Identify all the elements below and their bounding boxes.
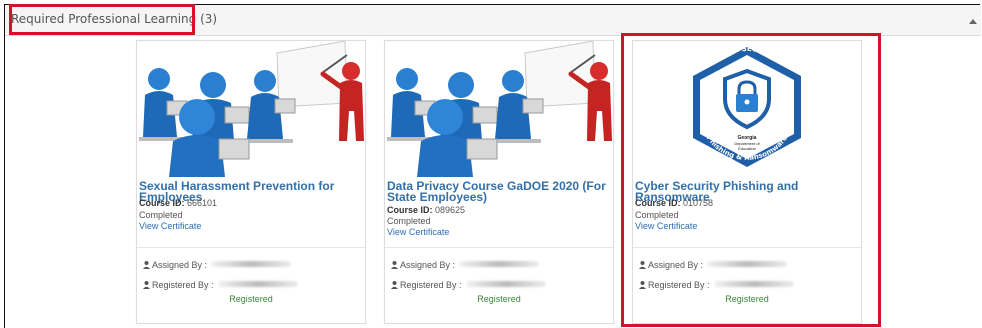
course-id-value: 089625 xyxy=(435,205,466,215)
user-icon xyxy=(639,281,646,289)
registered-by-label: Registered By : xyxy=(152,280,214,290)
course-status: Completed xyxy=(139,210,183,220)
assigned-by-label: Assigned By : xyxy=(400,260,456,270)
course-title[interactable]: Data Privacy Course GaDOE 2020 (For Stat… xyxy=(387,180,611,203)
course-card[interactable]: Data Privacy Course GaDOE 2020 (For Stat… xyxy=(384,40,614,324)
course-id-line: Course ID: 010758 xyxy=(635,198,713,208)
course-id-line: Course ID: 666101 xyxy=(139,198,217,208)
whiteboard-icon xyxy=(276,41,348,108)
assigned-by-label: Assigned By : xyxy=(152,260,208,270)
registered-by-label: Registered By : xyxy=(648,280,710,290)
registered-by-line: Registered By : xyxy=(639,280,794,290)
registered-by-line: Registered By : xyxy=(143,280,298,290)
course-id-value: 010758 xyxy=(683,198,714,208)
redacted-name xyxy=(465,281,546,287)
badge-org-line3: Education xyxy=(738,146,756,151)
redacted-name xyxy=(217,281,298,287)
course-id-line: Course ID: 089625 xyxy=(387,205,465,215)
registration-status: Registered xyxy=(725,294,769,304)
course-status: Completed xyxy=(387,216,431,226)
assigned-by-label: Assigned By : xyxy=(648,260,704,270)
registered-by-label: Registered By : xyxy=(400,280,462,290)
redacted-name xyxy=(459,261,540,267)
student-figures-icon xyxy=(387,68,544,177)
course-id-value: 666101 xyxy=(187,198,218,208)
user-icon xyxy=(143,261,150,269)
assigned-by-line: Assigned By : xyxy=(391,260,540,270)
user-icon xyxy=(639,261,646,269)
user-icon xyxy=(391,281,398,289)
card-divider xyxy=(137,247,365,248)
course-id-label: Course ID: xyxy=(635,198,681,208)
title-highlight-box xyxy=(9,4,195,35)
course-id-label: Course ID: xyxy=(387,205,433,215)
view-certificate-link[interactable]: View Certificate xyxy=(635,221,697,231)
registered-by-line: Registered By : xyxy=(391,280,546,290)
card-divider xyxy=(385,247,613,248)
classroom-illustration xyxy=(385,41,613,177)
redacted-name xyxy=(211,261,292,267)
redacted-name xyxy=(707,261,788,267)
card-divider xyxy=(633,247,861,248)
student-figures-icon xyxy=(139,68,296,177)
view-certificate-link[interactable]: View Certificate xyxy=(139,221,201,231)
course-status: Completed xyxy=(635,210,679,220)
collapse-up-icon[interactable] xyxy=(969,19,977,24)
user-icon xyxy=(143,281,150,289)
cyber-security-badge: CYBER SECURITY Phishing & Ransomware Geo… xyxy=(633,41,861,177)
user-icon xyxy=(391,261,398,269)
assigned-by-line: Assigned By : xyxy=(639,260,788,270)
assigned-by-line: Assigned By : xyxy=(143,260,292,270)
redacted-name xyxy=(713,281,794,287)
registration-status: Registered xyxy=(477,294,521,304)
whiteboard-icon xyxy=(524,41,596,108)
view-certificate-link[interactable]: View Certificate xyxy=(387,227,449,237)
classroom-illustration xyxy=(137,41,365,177)
course-id-label: Course ID: xyxy=(139,198,185,208)
course-card[interactable]: Sexual Harassment Prevention for Employe… xyxy=(136,40,366,324)
registration-status: Registered xyxy=(229,294,273,304)
course-card[interactable]: CYBER SECURITY Phishing & Ransomware Geo… xyxy=(632,40,862,324)
